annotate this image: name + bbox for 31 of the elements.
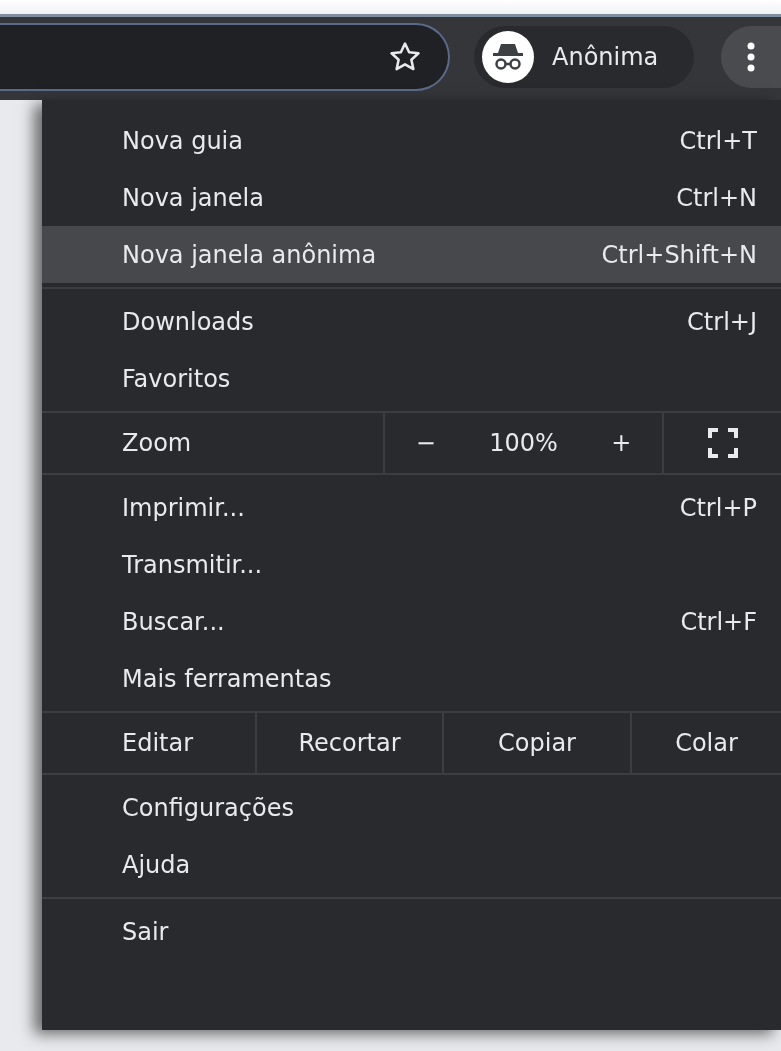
edit-action-button[interactable]: Recortar — [290, 725, 409, 761]
edit-action-button[interactable]: Copiar — [490, 725, 584, 761]
menu-item[interactable]: Sair — [42, 903, 781, 960]
menu-item[interactable]: Favoritos — [42, 350, 781, 407]
menu-item[interactable]: Ajuda — [42, 836, 781, 893]
menu-item[interactable]: Nova guia Ctrl+T — [42, 112, 781, 169]
incognito-profile-button[interactable]: Anônima — [474, 26, 694, 88]
zoom-in-button[interactable]: + — [603, 425, 640, 461]
shortcut-text: Ctrl+P — [679, 493, 757, 522]
menu-item[interactable]: Buscar... Ctrl+F — [42, 593, 781, 650]
zoom-value: 100% — [489, 429, 558, 457]
shortcut-text: Ctrl+F — [680, 607, 757, 636]
zoom-label: Zoom — [122, 429, 192, 457]
menu-item[interactable]: Nova janela anônima Ctrl+Shift+N — [42, 226, 781, 283]
incognito-icon — [482, 31, 534, 83]
menu-item[interactable]: Imprimir... Ctrl+P — [42, 479, 781, 536]
menu-item[interactable]: Nova janela Ctrl+N — [42, 169, 781, 226]
shortcut-text: Ctrl+N — [676, 183, 757, 212]
shortcut-text: Ctrl+Shift+N — [601, 240, 757, 269]
menu-item[interactable]: Mais ferramentas — [42, 650, 781, 707]
menu-item[interactable]: Transmitir... — [42, 536, 781, 593]
fullscreen-icon[interactable] — [707, 428, 738, 458]
zoom-out-button[interactable]: − — [407, 425, 444, 461]
more-icon — [747, 42, 755, 72]
edit-label: Editar — [122, 729, 194, 757]
menu-item[interactable]: Downloads Ctrl+J — [42, 293, 781, 350]
shortcut-text: Ctrl+J — [687, 307, 757, 336]
edit-action-button[interactable]: Colar — [667, 725, 746, 761]
shortcut-text: Ctrl+T — [679, 126, 757, 155]
menu-item[interactable]: Configurações — [42, 779, 781, 836]
menu-button[interactable] — [721, 26, 781, 88]
